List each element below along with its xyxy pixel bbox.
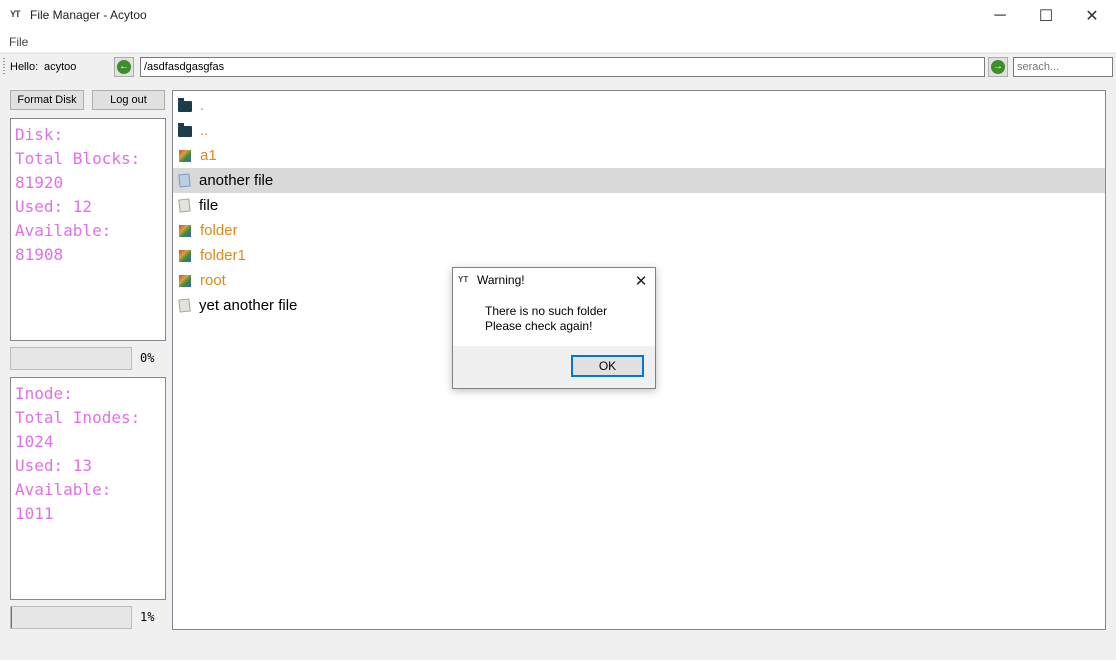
dialog-message-line: There is no such folder	[485, 304, 608, 318]
format-disk-button[interactable]: Format Disk	[10, 90, 84, 110]
disk-progress-bar	[10, 347, 132, 370]
path-input[interactable]	[140, 57, 985, 77]
dialog-close-button[interactable]: ✕	[629, 271, 653, 291]
search-input[interactable]	[1013, 57, 1113, 77]
file-row[interactable]: ..	[173, 118, 1105, 143]
inode-progress-label: 1%	[140, 610, 155, 624]
file-row[interactable]: a1	[173, 143, 1105, 168]
file-row[interactable]: another file	[173, 168, 1105, 193]
disk-info-panel: Disk: Total Blocks: 81920 Used: 12 Avail…	[10, 118, 166, 341]
file-name: another file	[199, 172, 274, 189]
inode-info-panel: Inode: Total Inodes: 1024 Used: 13 Avail…	[10, 377, 166, 600]
package-icon	[179, 249, 191, 262]
inode-available-value: 1011	[15, 504, 54, 523]
file-name: folder1	[200, 247, 246, 264]
disk-heading: Disk:	[15, 125, 64, 144]
dialog-app-icon: YT	[458, 275, 469, 284]
file-name: file	[199, 197, 219, 214]
dialog-message: There is no such folder Please check aga…	[485, 304, 607, 334]
toolbar: Hello: acytoo ← →	[0, 53, 1116, 80]
arrow-right-icon: →	[991, 60, 1005, 74]
file-row[interactable]: .	[173, 93, 1105, 118]
logout-button[interactable]: Log out	[92, 90, 165, 110]
warning-dialog: YT Warning! ✕ There is no such folder Pl…	[452, 267, 656, 389]
file-name: yet another file	[199, 297, 298, 314]
inode-total-value: 1024	[15, 432, 54, 451]
file-name: ..	[200, 122, 209, 139]
package-icon	[179, 149, 191, 162]
inode-heading: Inode:	[15, 384, 73, 403]
inode-progress-fill	[11, 607, 13, 628]
package-icon	[179, 274, 191, 287]
minimize-button[interactable]: ─	[977, 0, 1023, 31]
file-row[interactable]: folder1	[173, 243, 1105, 268]
file-name: .	[200, 97, 205, 114]
disk-used: Used: 12	[15, 197, 93, 216]
maximize-button[interactable]: ☐	[1023, 0, 1069, 31]
disk-total-label: Total Blocks:	[15, 149, 141, 168]
file-name: a1	[200, 147, 217, 164]
disk-available-value: 81908	[15, 245, 64, 264]
file-row[interactable]: folder	[173, 218, 1105, 243]
menu-file[interactable]: File	[9, 35, 28, 49]
back-button[interactable]: ←	[114, 57, 134, 77]
document-icon	[178, 298, 191, 313]
dialog-title: Warning!	[477, 273, 525, 287]
app-logo-icon: YT	[10, 9, 20, 19]
status-bar	[0, 638, 1116, 660]
inode-used: Used: 13	[15, 456, 93, 475]
file-row[interactable]: file	[173, 193, 1105, 218]
arrow-left-icon: ←	[117, 60, 131, 74]
ok-button[interactable]: OK	[571, 355, 644, 377]
file-name: root	[200, 272, 226, 289]
close-button[interactable]: ✕	[1069, 0, 1115, 31]
toolbar-grip-handle[interactable]	[3, 58, 5, 76]
inode-total-label: Total Inodes:	[15, 408, 141, 427]
title-bar: YT File Manager - Acytoo ─ ☐ ✕	[0, 0, 1116, 31]
disk-progress-label: 0%	[140, 351, 155, 365]
dialog-footer: OK	[453, 346, 655, 388]
document-icon	[178, 198, 191, 213]
inode-available-label: Available:	[15, 480, 112, 499]
package-icon	[179, 224, 191, 237]
dialog-message-line: Please check again!	[485, 319, 593, 333]
file-name: folder	[200, 222, 238, 239]
folder-icon	[178, 97, 192, 112]
window-title: File Manager - Acytoo	[30, 8, 147, 22]
document-icon	[178, 173, 191, 188]
inode-progress-bar	[10, 606, 132, 629]
disk-available-label: Available:	[15, 221, 112, 240]
disk-total-value: 81920	[15, 173, 64, 192]
hello-label: Hello:	[10, 61, 39, 73]
go-button[interactable]: →	[988, 57, 1008, 77]
folder-icon	[178, 122, 192, 137]
menu-bar: File	[0, 31, 1116, 52]
username-label: acytoo	[44, 61, 77, 73]
